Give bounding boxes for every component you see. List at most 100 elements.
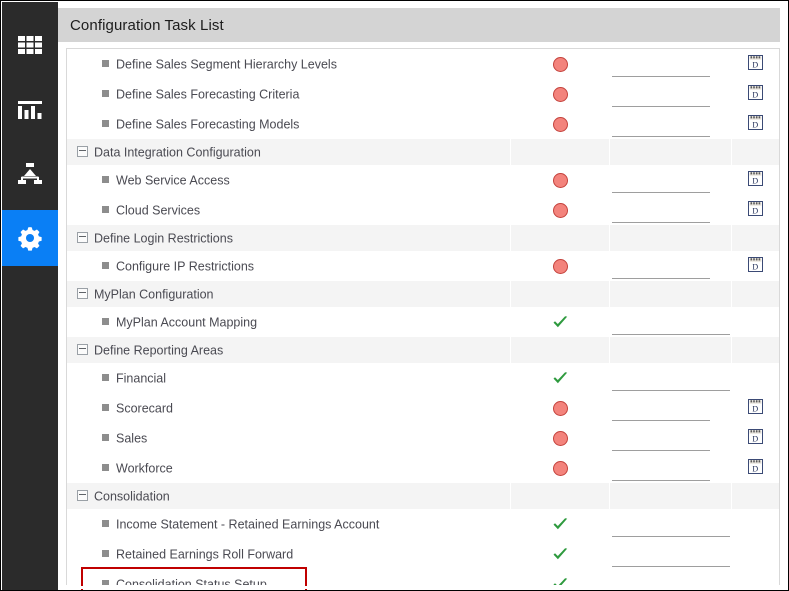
task-calendar-cell[interactable]: D	[732, 109, 780, 139]
task-date-input[interactable]	[610, 513, 732, 537]
task-row[interactable]: MyPlan Account Mapping	[67, 307, 779, 337]
task-calendar-cell[interactable]: D	[732, 453, 780, 483]
nav-item-reports[interactable]	[2, 82, 58, 138]
task-row[interactable]: Income Statement - Retained Earnings Acc…	[67, 509, 779, 539]
task-date-cell[interactable]	[610, 307, 732, 337]
task-name-cell[interactable]: Define Sales Forecasting Criteria	[67, 79, 511, 109]
task-date-cell[interactable]	[610, 195, 732, 225]
task-name-cell[interactable]: Define Sales Segment Hierarchy Levels	[67, 49, 511, 79]
task-group-name-cell[interactable]: Consolidation	[67, 483, 512, 509]
document-properties-icon[interactable]	[779, 367, 780, 386]
task-calendar-cell[interactable]: D	[732, 393, 780, 423]
document-properties-icon[interactable]	[779, 543, 780, 562]
task-name-cell[interactable]: Retained Earnings Roll Forward	[67, 539, 511, 569]
task-calendar-cell[interactable]: D	[732, 49, 780, 79]
task-row[interactable]: Configure IP Restrictions D	[67, 251, 779, 281]
task-date-input[interactable]	[610, 113, 732, 137]
calendar-icon[interactable]: D	[747, 257, 763, 272]
calendar-icon[interactable]: D	[747, 171, 763, 186]
task-name-cell[interactable]: Consolidation Status Setup	[67, 569, 511, 585]
task-date-input[interactable]	[610, 255, 732, 279]
task-row[interactable]: Cloud Services D	[67, 195, 779, 225]
task-group-row[interactable]: Consolidation	[67, 483, 779, 509]
document-properties-icon[interactable]	[779, 169, 780, 188]
task-name-cell[interactable]: MyPlan Account Mapping	[67, 307, 511, 337]
task-calendar-cell[interactable]	[732, 509, 780, 539]
task-name-cell[interactable]: Define Sales Forecasting Models	[67, 109, 511, 139]
document-properties-icon[interactable]	[779, 573, 780, 585]
task-date-input[interactable]	[610, 367, 732, 391]
calendar-icon[interactable]: D	[747, 429, 763, 444]
task-name-cell[interactable]: Workforce	[67, 453, 511, 483]
task-name-cell[interactable]: Cloud Services	[67, 195, 511, 225]
task-date-input[interactable]	[610, 457, 732, 481]
task-name-cell[interactable]: Financial	[67, 363, 511, 393]
task-date-input[interactable]	[610, 397, 732, 421]
task-date-cell[interactable]	[610, 251, 732, 281]
task-row[interactable]: Sales D	[67, 423, 779, 453]
task-row[interactable]: Define Sales Forecasting Models D	[67, 109, 779, 139]
task-calendar-cell[interactable]	[732, 569, 780, 585]
task-name-cell[interactable]: Sales	[67, 423, 511, 453]
calendar-icon[interactable]: D	[747, 459, 763, 474]
collapse-minus-icon[interactable]	[77, 343, 88, 355]
task-row[interactable]: Web Service Access D	[67, 165, 779, 195]
task-row[interactable]: Consolidation Status Setup	[67, 569, 779, 585]
task-group-row[interactable]: Define Login Restrictions	[67, 225, 779, 251]
nav-item-hierarchy[interactable]	[2, 146, 58, 202]
document-properties-icon[interactable]	[779, 113, 780, 132]
task-calendar-cell[interactable]: D	[732, 251, 780, 281]
task-calendar-cell[interactable]	[732, 307, 780, 337]
collapse-minus-icon[interactable]	[77, 231, 88, 243]
task-group-name-cell[interactable]: Define Login Restrictions	[67, 225, 512, 251]
task-group-row[interactable]: MyPlan Configuration	[67, 281, 779, 307]
task-date-input[interactable]	[610, 573, 732, 585]
collapse-minus-icon[interactable]	[77, 489, 88, 501]
calendar-icon[interactable]: D	[747, 115, 763, 130]
task-name-cell[interactable]: Web Service Access	[67, 165, 511, 195]
task-group-name-cell[interactable]: Data Integration Configuration	[67, 139, 512, 165]
task-row[interactable]: Define Sales Segment Hierarchy Levels D	[67, 49, 779, 79]
task-calendar-cell[interactable]: D	[732, 79, 780, 109]
task-date-cell[interactable]	[610, 569, 732, 585]
task-date-cell[interactable]	[610, 49, 732, 79]
task-date-input[interactable]	[610, 169, 732, 193]
task-date-input[interactable]	[610, 543, 732, 567]
task-row[interactable]: Scorecard D	[67, 393, 779, 423]
task-date-cell[interactable]	[610, 509, 732, 539]
task-calendar-cell[interactable]: D	[732, 423, 780, 453]
task-calendar-cell[interactable]: D	[732, 195, 780, 225]
calendar-icon[interactable]: D	[747, 85, 763, 100]
collapse-minus-icon[interactable]	[77, 145, 88, 157]
document-properties-icon[interactable]	[779, 83, 780, 102]
calendar-icon[interactable]: D	[747, 399, 763, 414]
task-date-input[interactable]	[610, 311, 732, 335]
task-group-name-cell[interactable]: MyPlan Configuration	[67, 281, 512, 307]
task-date-input[interactable]	[610, 53, 732, 77]
document-properties-icon[interactable]	[779, 513, 780, 532]
task-row[interactable]: Workforce D	[67, 453, 779, 483]
task-date-cell[interactable]	[610, 393, 732, 423]
document-properties-icon[interactable]	[779, 255, 780, 274]
task-calendar-cell[interactable]: D	[732, 165, 780, 195]
nav-item-grid[interactable]	[2, 18, 58, 74]
task-name-cell[interactable]: Configure IP Restrictions	[67, 251, 511, 281]
collapse-minus-icon[interactable]	[77, 287, 88, 299]
task-date-input[interactable]	[610, 427, 732, 451]
task-group-row[interactable]: Data Integration Configuration	[67, 139, 779, 165]
task-name-cell[interactable]: Scorecard	[67, 393, 511, 423]
task-calendar-cell[interactable]	[732, 363, 780, 393]
document-properties-icon[interactable]	[779, 397, 780, 416]
task-date-cell[interactable]	[610, 539, 732, 569]
task-date-input[interactable]	[610, 83, 732, 107]
task-date-cell[interactable]	[610, 363, 732, 393]
task-date-cell[interactable]	[610, 423, 732, 453]
task-row[interactable]: Retained Earnings Roll Forward	[67, 539, 779, 569]
document-properties-icon[interactable]	[779, 311, 780, 330]
task-date-input[interactable]	[610, 199, 732, 223]
nav-item-settings[interactable]	[2, 210, 58, 266]
task-list-grid[interactable]: Define Sales Segment Hierarchy Levels D De…	[66, 48, 780, 585]
task-date-cell[interactable]	[610, 165, 732, 195]
calendar-icon[interactable]: D	[747, 201, 763, 216]
task-group-row[interactable]: Define Reporting Areas	[67, 337, 779, 363]
